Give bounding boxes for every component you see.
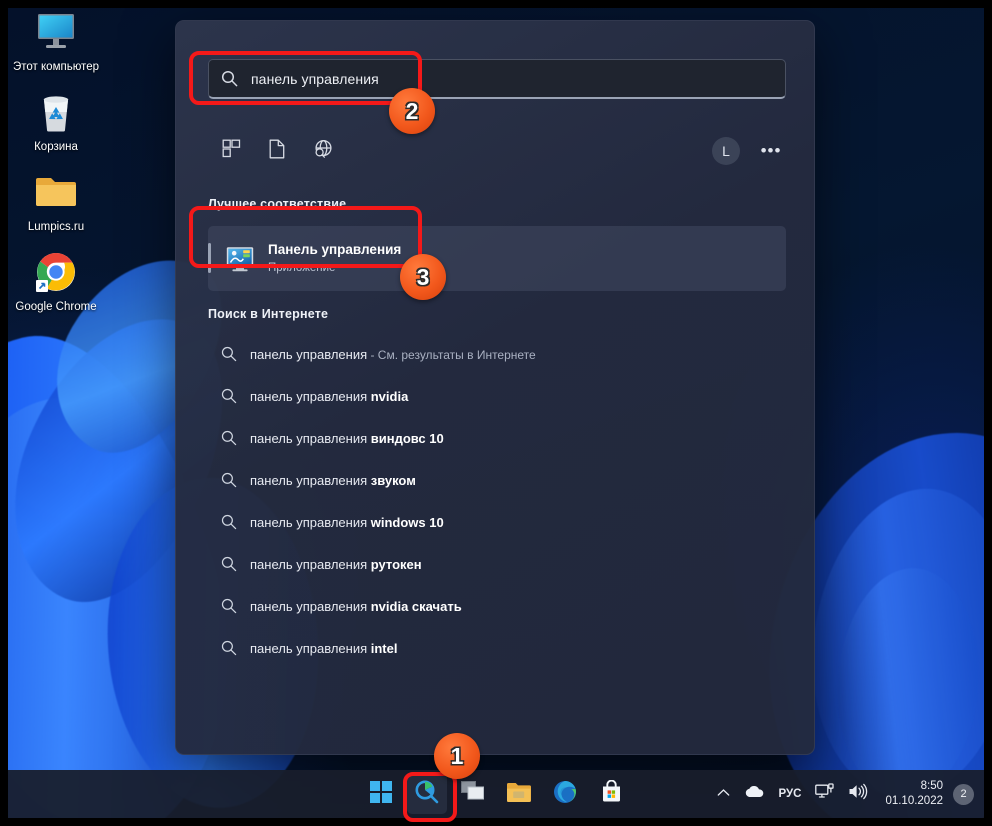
search-icon <box>221 70 238 87</box>
web-result-item[interactable]: панель управления рутокен <box>208 543 786 585</box>
filter-web-button[interactable] <box>300 132 346 170</box>
folder-icon <box>10 168 102 216</box>
desktop-icon-label: Lumpics.ru <box>27 221 85 233</box>
folder-icon <box>506 781 532 808</box>
recycle-bin-icon <box>10 88 102 136</box>
document-icon <box>268 139 286 164</box>
tray-volume-button[interactable] <box>841 776 875 812</box>
clock-time: 8:50 <box>920 780 943 792</box>
more-options-icon[interactable]: ••• <box>756 136 786 166</box>
filter-documents-button[interactable] <box>254 132 300 170</box>
web-result-label: панель управления - См. результаты в Инт… <box>250 346 536 362</box>
desktop-icon-google-chrome[interactable]: Google Chrome <box>10 248 102 314</box>
speaker-icon <box>848 783 868 805</box>
web-result-label: панель управления intel <box>250 640 398 656</box>
search-result-icon <box>208 388 250 404</box>
search-query-text: панель управления <box>251 70 379 87</box>
web-result-label: панель управления nvidia <box>250 388 409 404</box>
best-match-heading: Лучшее соответствие <box>208 197 347 211</box>
file-explorer-button[interactable] <box>499 774 539 814</box>
cloud-icon <box>744 785 764 803</box>
best-match-text-block: Панель управления Приложение <box>268 241 401 276</box>
clock[interactable]: 8:50 01.10.2022 <box>875 779 951 809</box>
search-taskbar-icon <box>414 779 440 810</box>
task-view-button[interactable] <box>453 774 493 814</box>
screen: Этот компьютер Корзина Lumpics.ru Google… <box>0 0 992 826</box>
best-match-result[interactable]: Панель управления Приложение <box>208 226 786 291</box>
web-result-item[interactable]: панель управления windows 10 <box>208 501 786 543</box>
web-result-item[interactable]: панель управления nvidia <box>208 375 786 417</box>
notification-badge[interactable]: 2 <box>953 783 974 805</box>
web-result-label: панель управления windows 10 <box>250 514 444 530</box>
search-result-icon <box>208 598 250 614</box>
web-search-heading: Поиск в Интернете <box>208 307 329 321</box>
chevron-up-icon <box>717 785 730 803</box>
desktop-icon-recycle-bin[interactable]: Корзина <box>10 88 102 154</box>
system-tray: РУС 8:50 01.10.2022 2 <box>710 770 974 818</box>
web-result-label: панель управления звуком <box>250 472 416 488</box>
tray-network-button[interactable] <box>808 776 841 812</box>
network-icon <box>815 783 835 805</box>
chrome-icon <box>10 248 102 296</box>
windows-logo-icon <box>370 780 392 808</box>
web-result-label: панель управления nvidia скачать <box>250 598 462 614</box>
web-result-item[interactable]: панель управления виндовс 10 <box>208 417 786 459</box>
web-results-list: панель управления - См. результаты в Инт… <box>208 333 786 669</box>
search-result-icon <box>208 430 250 446</box>
desktop-icon-this-computer[interactable]: Этот компьютер <box>10 8 102 74</box>
task-view-icon <box>461 780 485 808</box>
apps-grid-icon <box>222 139 241 163</box>
start-button[interactable] <box>361 774 401 814</box>
monitor-icon <box>10 8 102 56</box>
microsoft-store-icon <box>600 779 623 808</box>
taskbar: РУС 8:50 01.10.2022 2 <box>8 770 984 818</box>
filter-apps-button[interactable] <box>208 132 254 170</box>
clock-date: 01.10.2022 <box>885 795 943 807</box>
desktop-icon-label: Google Chrome <box>15 301 97 313</box>
globe-search-icon <box>313 139 333 164</box>
search-input[interactable]: панель управления <box>208 59 786 99</box>
web-result-item[interactable]: панель управления звуком <box>208 459 786 501</box>
edge-icon <box>553 780 577 809</box>
best-match-title: Панель управления <box>268 242 402 257</box>
tray-language-label: РУС <box>778 788 802 800</box>
tray-expand-button[interactable] <box>710 776 737 812</box>
search-result-icon <box>208 514 250 530</box>
desktop-icon-label: Этот компьютер <box>13 61 99 73</box>
tray-language-indicator[interactable]: РУС <box>771 776 808 812</box>
avatar[interactable]: L <box>712 137 740 165</box>
desktop-icon-label: Корзина <box>34 141 78 153</box>
search-result-icon <box>208 556 250 572</box>
search-result-icon <box>208 640 250 656</box>
selection-indicator <box>208 243 211 273</box>
web-result-label: панель управления виндовс 10 <box>250 430 444 446</box>
search-taskbar-button[interactable] <box>407 774 447 814</box>
search-result-icon <box>208 346 250 362</box>
web-result-item[interactable]: панель управления nvidia скачать <box>208 585 786 627</box>
web-result-item[interactable]: панель управления intel <box>208 627 786 669</box>
web-result-label: панель управления рутокен <box>250 556 422 572</box>
control-panel-icon <box>226 246 254 272</box>
search-result-icon <box>208 472 250 488</box>
web-result-item[interactable]: панель управления - См. результаты в Инт… <box>208 333 786 375</box>
best-match-subtitle: Приложение <box>268 262 336 274</box>
onedrive-tray-button[interactable] <box>737 776 771 812</box>
store-button[interactable] <box>591 774 631 814</box>
search-flyout-panel: панель управления L ••• Лучшее соответст… <box>175 20 815 755</box>
search-filter-row: L ••• <box>208 129 786 173</box>
edge-button[interactable] <box>545 774 585 814</box>
desktop-icon-list: Этот компьютер Корзина Lumpics.ru Google… <box>10 8 102 328</box>
desktop-icon-lumpics-folder[interactable]: Lumpics.ru <box>10 168 102 234</box>
